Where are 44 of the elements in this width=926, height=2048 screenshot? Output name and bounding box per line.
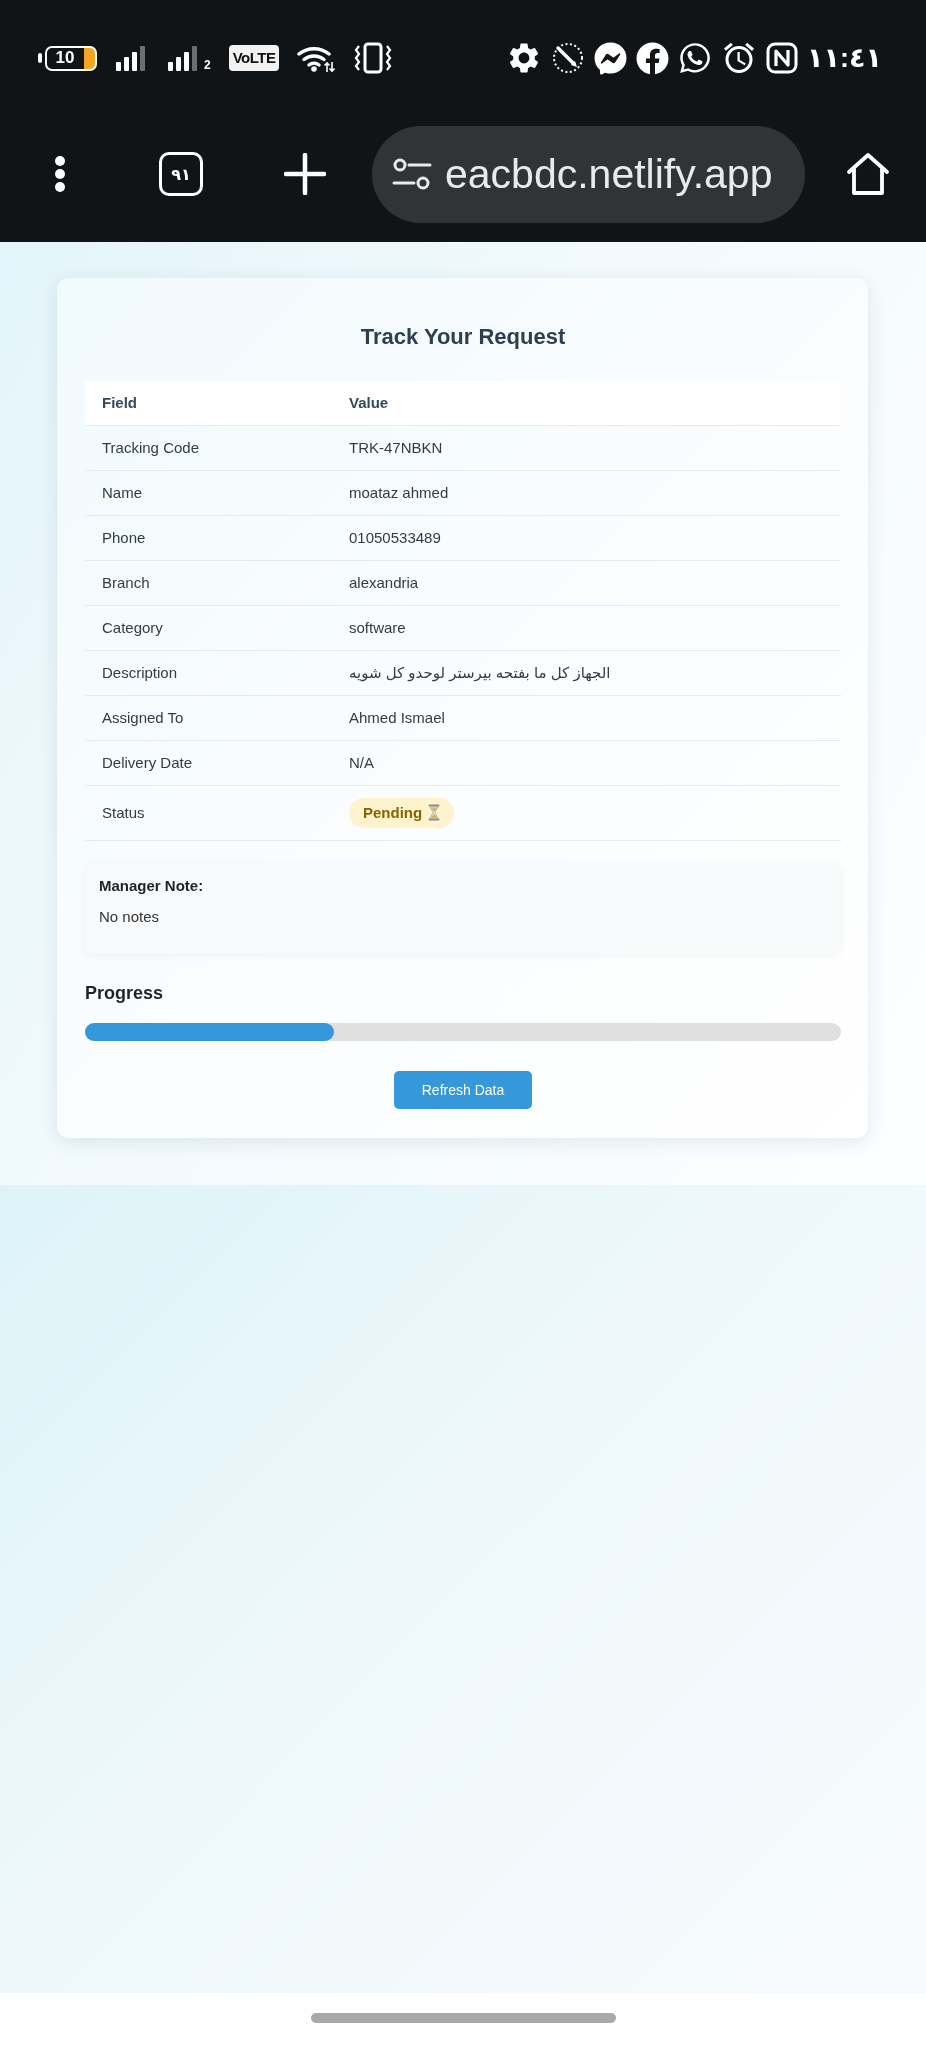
table-cell: Assigned To [85,695,332,740]
address-bar[interactable]: eacbdc.netlify.app [372,125,805,223]
network-badge: VoLTE [228,45,280,71]
facebook-icon [636,41,670,75]
needle-dial-icon [551,41,586,75]
battery-indicator: 10 [38,45,97,71]
new-tab-button[interactable] [284,153,326,195]
whatsapp-icon [678,41,713,75]
table-cell: الجهاز كل ما بفتحه بيرستر لوحدو كل شويه [332,650,841,695]
table-cell: Description [85,650,332,695]
table-cell: Name [85,470,332,515]
sim-slot-label: 2 [204,59,211,71]
table-cell: Tracking Code [85,425,332,470]
table-cell: Branch [85,560,332,605]
table-cell: 01050533489 [332,515,841,560]
status-label: Pending [363,802,423,823]
table-cell: Ahmed Ismael [332,695,841,740]
home-button[interactable] [844,152,891,196]
table-cell: N/A [332,740,841,785]
column-header: Field [85,381,332,425]
vibrate-icon [353,42,394,74]
tab-switcher-button[interactable]: ٩١ [159,152,203,196]
table-cell: moataz ahmed [332,470,841,515]
menu-icon [54,155,66,193]
table-cell: TRK-47NBKN [332,425,841,470]
table-cell: Category [85,605,332,650]
note-text: No notes [99,906,161,926]
table-cell: Delivery Date [85,740,332,785]
card-title: Track Your Request [359,323,567,351]
table-cell: Status [85,785,332,840]
menu-button[interactable] [54,155,66,193]
column-header: Value [332,381,841,425]
hourglass-icon [428,804,441,821]
progress-label: Progress [85,981,165,1004]
nfc-icon [766,42,799,74]
messenger-icon [594,41,628,75]
table-cell: alexandria [332,560,841,605]
home-icon [844,152,891,196]
table-cell: software [332,605,841,650]
clock-time: ١١:٤١ [807,43,882,73]
sliders-icon[interactable] [392,156,432,192]
plus-icon [284,153,326,195]
note-label: Manager Note: [99,875,205,895]
table-cell: Phone [85,515,332,560]
